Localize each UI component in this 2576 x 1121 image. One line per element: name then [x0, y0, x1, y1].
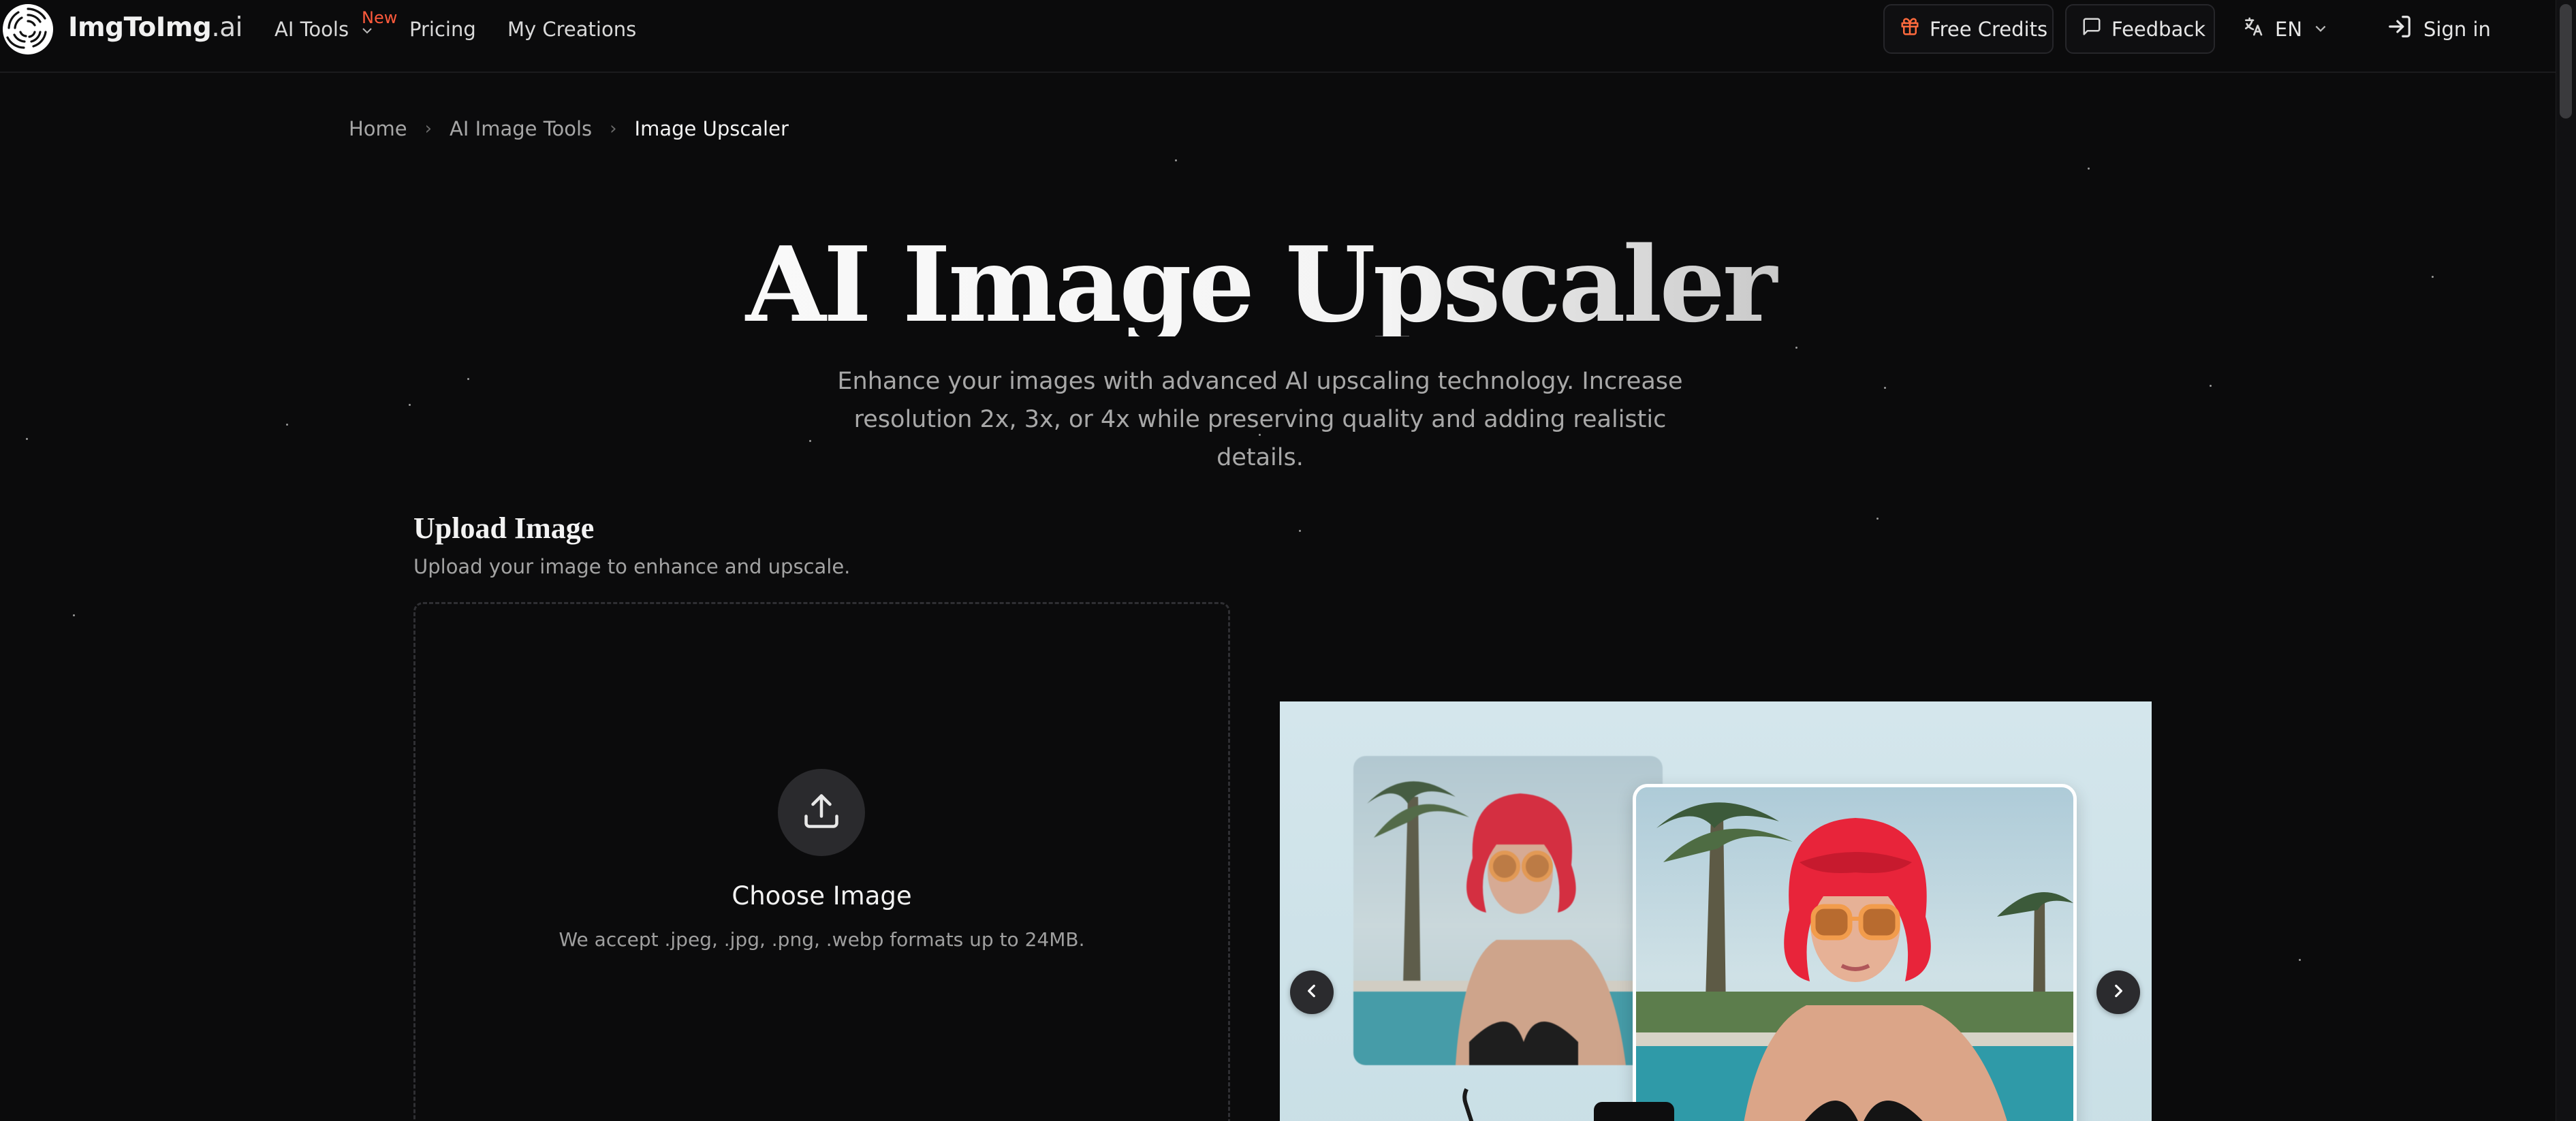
- language-label: EN: [2275, 17, 2303, 41]
- chevron-right-icon: ›: [610, 119, 617, 139]
- logo-name: ImgToImg: [68, 12, 212, 43]
- feedback-label: Feedback: [2111, 17, 2206, 41]
- example-image-after: [1633, 784, 2077, 1121]
- free-credits-label: Free Credits: [1930, 17, 2048, 41]
- upload-section-description: Upload your image to enhance and upscale…: [413, 555, 851, 578]
- carousel-prev-button[interactable]: [1290, 970, 1334, 1014]
- upload-icon: [801, 791, 842, 834]
- feedback-button[interactable]: Feedback: [2065, 4, 2215, 54]
- chevron-down-icon: [2313, 18, 2328, 41]
- scrollbar-thumb[interactable]: [2560, 4, 2572, 119]
- breadcrumb: Home › AI Image Tools › Image Upscaler: [349, 117, 789, 140]
- breadcrumb-ai-image-tools[interactable]: AI Image Tools: [450, 117, 592, 140]
- sign-in-button[interactable]: Sign in: [2387, 4, 2491, 54]
- top-navbar: ImgToImg.ai AI Tools New Pricing My Crea…: [0, 0, 2556, 73]
- translate-icon: [2242, 16, 2264, 42]
- upload-section-title: Upload Image: [413, 511, 595, 545]
- nav-my-creations[interactable]: My Creations: [507, 18, 636, 41]
- upload-button[interactable]: [778, 769, 865, 856]
- scrollbar-track[interactable]: [2556, 0, 2576, 1121]
- breadcrumb-home[interactable]: Home: [349, 117, 407, 140]
- upload-dropzone[interactable]: [413, 602, 1230, 1121]
- nav-pricing[interactable]: Pricing: [409, 18, 476, 41]
- example-image-before: [1353, 756, 1663, 1065]
- sign-in-icon: [2387, 14, 2413, 44]
- logo-text[interactable]: ImgToImg.ai: [68, 12, 242, 43]
- page-title: AI Image Upscaler: [0, 233, 2520, 336]
- chevron-right-icon: ›: [424, 119, 433, 139]
- chevron-left-icon: [1303, 982, 1321, 1002]
- gift-icon: [1900, 16, 1920, 42]
- message-square-icon: [2082, 16, 2102, 42]
- carousel-next-button[interactable]: [2096, 970, 2140, 1014]
- free-credits-button[interactable]: Free Credits: [1883, 4, 2054, 54]
- language-selector[interactable]: EN: [2242, 4, 2328, 54]
- nav-ai-tools-label: AI Tools: [274, 18, 349, 41]
- breadcrumb-current: Image Upscaler: [634, 117, 789, 140]
- nav-ai-tools[interactable]: AI Tools: [274, 18, 374, 42]
- page-subtitle: Enhance your images with advanced AI ups…: [837, 368, 1683, 471]
- logo-swirl-icon[interactable]: [3, 4, 53, 54]
- new-badge: New: [362, 8, 398, 27]
- logo-suffix: .ai: [211, 12, 242, 43]
- compare-slider-handle[interactable]: [1594, 1102, 1674, 1121]
- example-carousel: [1280, 701, 2152, 1121]
- sign-in-label: Sign in: [2423, 17, 2491, 41]
- chevron-right-icon: [2109, 982, 2127, 1002]
